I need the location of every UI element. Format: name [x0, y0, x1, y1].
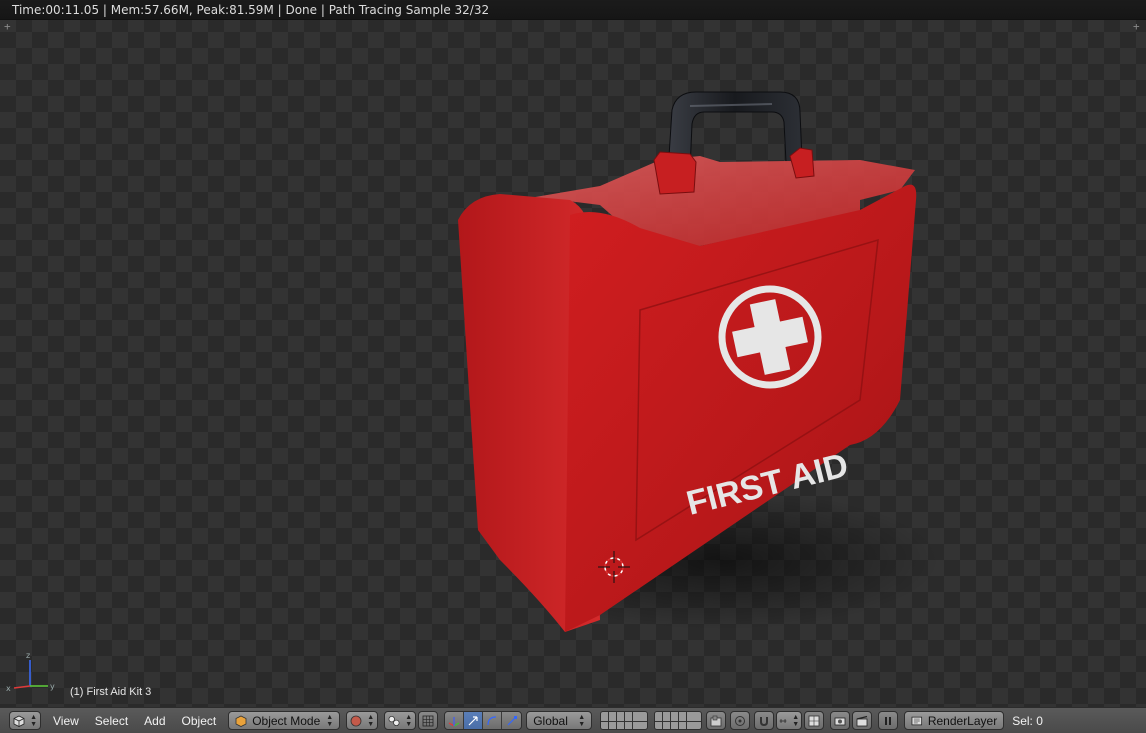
proportional-edit-icon	[735, 715, 746, 726]
updown-arrows-icon: ▲ ▼	[578, 713, 586, 728]
render-layer-label: RenderLayer	[927, 713, 998, 728]
viewport-header: ▲ ▼ View Select Add Object Object Mode ▲ ▼…	[0, 707, 1146, 733]
snap-increment-icon	[779, 718, 787, 723]
snap-toggle-button[interactable]	[754, 711, 775, 730]
snap-element-dropdown[interactable]: ▲ ▼	[776, 711, 803, 730]
object-mode-icon	[235, 715, 247, 727]
layers-grid-a[interactable]	[600, 711, 649, 730]
menu-add[interactable]: Add	[136, 714, 173, 728]
render-preview-icon	[808, 715, 820, 726]
updown-arrows-icon: ▲ ▼	[367, 713, 375, 728]
render-layer-icon	[911, 716, 923, 725]
overlays-button[interactable]	[418, 711, 439, 730]
orientation-dropdown[interactable]: Global ▲ ▼	[526, 711, 593, 730]
translate-icon[interactable]	[464, 712, 484, 729]
render-scene: FIRST AID z y x	[6, 91, 940, 693]
svg-text:z: z	[26, 651, 30, 660]
axis-gizmo-icon: z y x	[6, 651, 55, 693]
grid-icon	[422, 715, 434, 726]
menu-view[interactable]: View	[45, 714, 87, 728]
magnet-icon	[760, 716, 769, 726]
orientation-label: Global	[533, 713, 568, 728]
layer-lock-button[interactable]	[706, 711, 727, 730]
lock-layers-icon	[710, 715, 722, 726]
rotate-icon[interactable]	[483, 712, 503, 729]
sphere-shading-icon	[350, 715, 362, 726]
svg-text:x: x	[6, 684, 11, 693]
render-animation-button[interactable]	[852, 711, 873, 730]
3d-viewport[interactable]: FIRST AID z y x Time:00:11.05 | Mem:57.6…	[0, 0, 1146, 707]
clapperboard-icon	[856, 715, 868, 726]
pause-render-button[interactable]	[878, 711, 899, 730]
pivot-dropdown[interactable]: ▲ ▼	[384, 711, 417, 730]
mode-dropdown[interactable]: Object Mode ▲ ▼	[228, 711, 341, 730]
menu-object[interactable]: Object	[174, 714, 225, 728]
shading-dropdown[interactable]: ▲ ▼	[346, 711, 379, 730]
mode-label: Object Mode	[252, 713, 321, 728]
svg-text:y: y	[50, 682, 55, 691]
updown-arrows-icon: ▲ ▼	[405, 713, 413, 728]
pivot-icon	[388, 715, 400, 726]
pause-icon	[885, 716, 892, 725]
status-text: Time:00:11.05 | Mem:57.66M, Peak:81.59M …	[12, 3, 490, 17]
render-layer-dropdown[interactable]: RenderLayer	[904, 711, 1005, 730]
selection-count: Sel: 0	[1012, 713, 1043, 728]
updown-arrows-icon: ▲ ▼	[30, 713, 37, 728]
editor-type-button[interactable]: ▲ ▼	[9, 711, 41, 730]
proportional-edit-button[interactable]	[730, 711, 751, 730]
corner-plus-icon[interactable]: +	[1133, 20, 1140, 33]
render-status-bar: Time:00:11.05 | Mem:57.66M, Peak:81.59M …	[0, 0, 1146, 20]
corner-plus-icon[interactable]: +	[4, 20, 11, 33]
render-image-button[interactable]	[830, 711, 851, 730]
object-label: (1) First Aid Kit 3	[70, 686, 152, 698]
camera-icon	[834, 717, 846, 725]
scale-icon[interactable]	[502, 712, 522, 729]
render-preview-button[interactable]	[804, 711, 825, 730]
manipulator-group	[444, 711, 523, 730]
manipulator-toggle-icon[interactable]	[445, 712, 465, 729]
cube-icon	[13, 715, 25, 727]
layers-grid-b[interactable]	[654, 711, 703, 730]
menu-select[interactable]: Select	[87, 714, 136, 728]
updown-arrows-icon: ▲ ▼	[326, 713, 334, 728]
updown-arrows-icon: ▲ ▼	[792, 713, 800, 728]
